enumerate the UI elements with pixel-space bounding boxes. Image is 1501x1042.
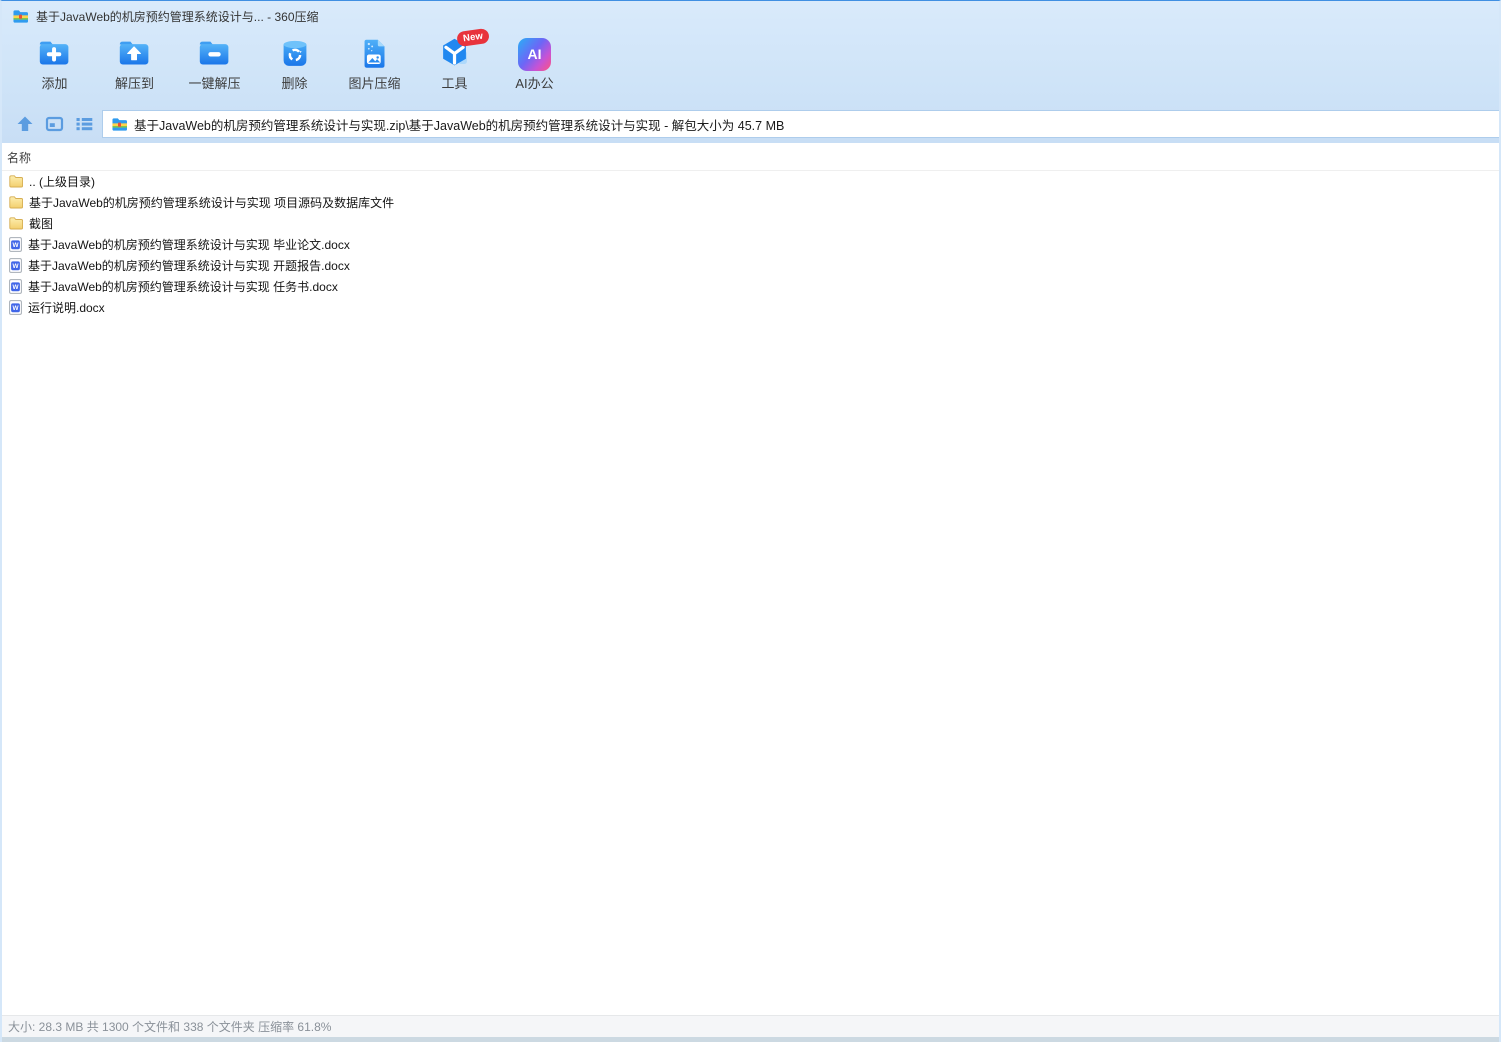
toolbar-button-image-compress[interactable]: 图片压缩: [338, 33, 411, 101]
address-bar: 基于JavaWeb的机房预约管理系统设计与实现.zip\基于JavaWeb的机房…: [2, 105, 1499, 143]
toolbar-button-label: 删除: [281, 76, 308, 91]
app-window: 基于JavaWeb的机房预约管理系统设计与... - 360压缩 添加 解压到 …: [0, 0, 1501, 1042]
status-text: 大小: 28.3 MB 共 1300 个文件和 338 个文件夹 压缩率 61.…: [8, 1020, 332, 1034]
list-view-icon[interactable]: [72, 113, 97, 136]
file-row[interactable]: W 基于JavaWeb的机房预约管理系统设计与实现 开题报告.docx: [2, 255, 1499, 276]
toolbar-button-label: 图片压缩: [348, 76, 401, 91]
folder-icon: [9, 217, 23, 230]
folder-icon: [9, 175, 23, 188]
up-arrow-icon[interactable]: [12, 113, 37, 136]
archive-file-icon: [12, 9, 29, 24]
word-doc-icon: W: [9, 237, 22, 252]
svg-text:W: W: [12, 284, 19, 291]
toolbar-button-one-click-extract[interactable]: 一键解压: [178, 33, 251, 101]
file-name: 基于JavaWeb的机房预约管理系统设计与实现 项目源码及数据库文件: [29, 196, 395, 210]
file-name: 基于JavaWeb的机房预约管理系统设计与实现 任务书.docx: [28, 280, 338, 294]
extract-to-folder-icon: [114, 33, 156, 75]
svg-text:W: W: [12, 242, 19, 249]
word-doc-icon: W: [9, 258, 22, 273]
archive-file-icon: [111, 117, 128, 132]
file-name: 截图: [29, 217, 54, 231]
file-list: .. (上级目录) 基于JavaWeb的机房预约管理系统设计与实现 项目源码及数…: [2, 171, 1499, 318]
folder-icon: [9, 196, 23, 209]
toolbar-button-label: AI办公: [515, 76, 554, 91]
file-name: 基于JavaWeb的机房预约管理系统设计与实现 开题报告.docx: [28, 259, 350, 273]
file-list-panel: 名称 .. (上级目录) 基于JavaWeb的机房预约管理系统设计与实现 项目源…: [2, 143, 1499, 1015]
titlebar: 基于JavaWeb的机房预约管理系统设计与... - 360压缩: [2, 1, 1499, 31]
toolbar-button-label: 工具: [441, 76, 468, 91]
word-doc-icon: W: [9, 300, 22, 315]
address-nav-icons: [12, 113, 97, 136]
toolbar: 添加 解压到 一键解压 删除 图片压缩 工具 New AI AI办公: [2, 27, 1499, 105]
window-bottom-edge: [2, 1037, 1499, 1042]
toolbar-button-label: 添加: [41, 76, 68, 91]
toolbar-button-label: 解压到: [114, 76, 154, 91]
toolbar-button-delete-trash[interactable]: 删除: [258, 33, 331, 101]
delete-trash-icon: [274, 33, 316, 75]
status-bar: 大小: 28.3 MB 共 1300 个文件和 338 个文件夹 压缩率 61.…: [2, 1015, 1499, 1037]
address-path: 基于JavaWeb的机房预约管理系统设计与实现.zip\基于JavaWeb的机房…: [134, 118, 785, 133]
toolbar-button-tools-cube[interactable]: 工具 New: [418, 27, 491, 101]
column-header-name[interactable]: 名称: [2, 143, 1499, 171]
file-row[interactable]: .. (上级目录): [2, 171, 1499, 192]
add-folder-icon: [34, 33, 76, 75]
window-title: 基于JavaWeb的机房预约管理系统设计与... - 360压缩: [36, 9, 319, 24]
image-compress-icon: [354, 33, 396, 75]
address-bar-input[interactable]: 基于JavaWeb的机房预约管理系统设计与实现.zip\基于JavaWeb的机房…: [102, 110, 1499, 138]
file-name: 运行说明.docx: [28, 301, 105, 315]
file-name: 基于JavaWeb的机房预约管理系统设计与实现 毕业论文.docx: [28, 238, 350, 252]
file-name: .. (上级目录): [29, 175, 95, 189]
toolbar-button-add-folder[interactable]: 添加: [18, 33, 91, 101]
file-row[interactable]: W 基于JavaWeb的机房预约管理系统设计与实现 任务书.docx: [2, 276, 1499, 297]
svg-text:W: W: [12, 263, 19, 270]
svg-text:W: W: [12, 305, 19, 312]
file-row[interactable]: W 基于JavaWeb的机房预约管理系统设计与实现 毕业论文.docx: [2, 234, 1499, 255]
toolbar-button-extract-to-folder[interactable]: 解压到: [98, 33, 171, 101]
toolbar-button-ai-office[interactable]: AI AI办公: [498, 33, 571, 101]
new-badge: New: [456, 27, 490, 47]
window-chrome: 基于JavaWeb的机房预约管理系统设计与... - 360压缩 添加 解压到 …: [2, 1, 1499, 143]
toolbar-button-label: 一键解压: [188, 76, 241, 91]
file-row[interactable]: 基于JavaWeb的机房预约管理系统设计与实现 项目源码及数据库文件: [2, 192, 1499, 213]
word-doc-icon: W: [9, 279, 22, 294]
view-mode-icon[interactable]: [42, 113, 67, 136]
file-row[interactable]: W 运行说明.docx: [2, 297, 1499, 318]
one-click-extract-icon: [194, 33, 236, 75]
file-row[interactable]: 截图: [2, 213, 1499, 234]
ai-office-icon: AI: [514, 33, 556, 75]
